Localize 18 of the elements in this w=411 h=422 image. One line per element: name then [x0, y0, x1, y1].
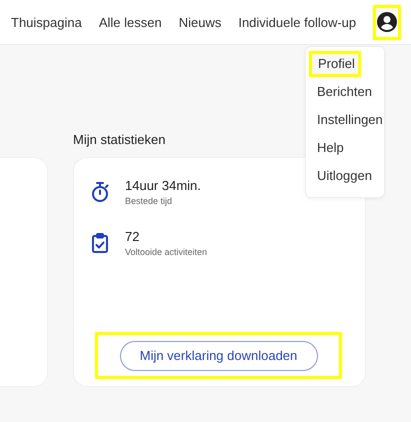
- download-button[interactable]: Mijn verklaring downloaden: [120, 340, 318, 370]
- stopwatch-icon: [91, 182, 109, 202]
- stat-value: 14uur 34min.: [125, 178, 201, 193]
- menu-item[interactable]: Help: [306, 135, 384, 161]
- nav-link[interactable]: Alle lessen: [98, 14, 162, 30]
- stat-value: 72: [125, 229, 140, 244]
- profile-button[interactable]: [376, 11, 398, 33]
- menu-item[interactable]: Profiel: [309, 51, 361, 77]
- nav-link[interactable]: Nieuws: [178, 14, 222, 30]
- stat-label: Voltooide activiteiten: [125, 247, 208, 257]
- stat-label: Bestede tijd: [125, 196, 174, 206]
- menu-item[interactable]: Uitloggen: [306, 163, 384, 189]
- section-title: Mijn statistieken: [73, 132, 166, 147]
- menu-item[interactable]: Berichten: [306, 79, 384, 105]
- nav-link[interactable]: Individuele follow-up: [238, 14, 356, 30]
- clipboard-check-icon: [92, 233, 108, 253]
- menu-item[interactable]: Instellingen: [306, 107, 384, 133]
- nav-link[interactable]: Thuispagina: [11, 14, 82, 30]
